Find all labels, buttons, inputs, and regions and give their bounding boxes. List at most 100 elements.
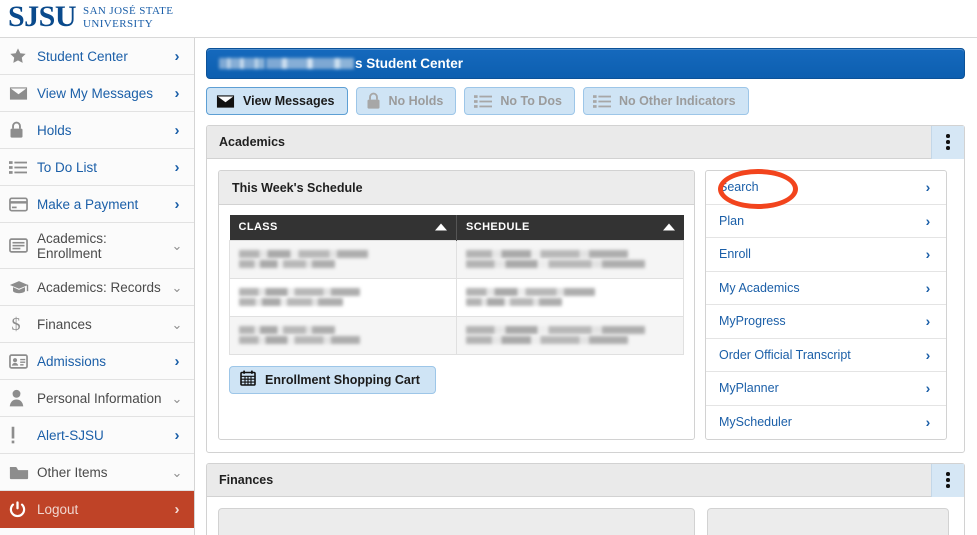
academics-link-search[interactable]: Search › bbox=[706, 171, 946, 205]
indicator-button-no-to-dos[interactable]: No To Dos bbox=[464, 87, 575, 115]
finances-card-header: Finances bbox=[207, 464, 964, 497]
indicator-button-label: No Holds bbox=[389, 94, 444, 108]
column-header-schedule[interactable]: SCHEDULE bbox=[457, 215, 684, 240]
chevron-right-icon[interactable]: › bbox=[921, 281, 935, 295]
chevron-right-icon[interactable]: › bbox=[170, 502, 184, 517]
academics-link-label: Order Official Transcript bbox=[719, 348, 851, 362]
calendar-icon bbox=[240, 370, 256, 389]
chevron-right-icon[interactable]: › bbox=[921, 214, 935, 228]
sidebar-item-admissions[interactable]: Admissions› bbox=[0, 343, 194, 380]
kebab-menu-icon[interactable] bbox=[931, 464, 964, 497]
dollar-icon: $ bbox=[9, 313, 35, 335]
chevron-down-icon[interactable]: ⌄ bbox=[170, 466, 184, 479]
chevron-right-icon[interactable]: › bbox=[921, 247, 935, 261]
redacted-first-name bbox=[219, 58, 265, 69]
sidebar-item-academics-records[interactable]: Academics: Records⌄ bbox=[0, 269, 194, 306]
chevron-right-icon[interactable]: › bbox=[170, 197, 184, 212]
graduation-cap-icon bbox=[9, 276, 35, 298]
sidebar-item-label: To Do List bbox=[35, 160, 170, 175]
column-header-class[interactable]: CLASS bbox=[230, 215, 457, 240]
chevron-right-icon[interactable]: › bbox=[170, 123, 184, 138]
sidebar-item-academics-enrollment[interactable]: Academics: Enrollment⌄ bbox=[0, 223, 194, 269]
sidebar-item-label: Academics: Records bbox=[35, 280, 170, 295]
chevron-right-icon[interactable]: › bbox=[921, 180, 935, 194]
envelope-icon bbox=[216, 94, 235, 109]
chevron-down-icon[interactable]: ⌄ bbox=[170, 318, 184, 331]
indicator-button-no-other-indicators[interactable]: No Other Indicators bbox=[583, 87, 749, 115]
cell-schedule bbox=[457, 240, 684, 278]
enrollment-shopping-cart-button[interactable]: Enrollment Shopping Cart bbox=[229, 366, 436, 394]
sidebar-item-label: Other Items bbox=[35, 465, 170, 480]
chevron-right-icon[interactable]: › bbox=[921, 381, 935, 395]
chevron-down-icon[interactable]: ⌄ bbox=[170, 392, 184, 405]
academics-card: Academics This Week's Schedule CLASS bbox=[206, 125, 965, 453]
sidebar-item-student-center[interactable]: Student Center› bbox=[0, 38, 194, 75]
academics-link-my-academics[interactable]: My Academics› bbox=[706, 272, 946, 306]
exclamation-icon bbox=[9, 424, 35, 446]
sidebar-item-other-items[interactable]: Other Items⌄ bbox=[0, 454, 194, 491]
sidebar-item-label: Alert-SJSU bbox=[35, 428, 170, 443]
academics-link-label: Enroll bbox=[719, 247, 751, 261]
sjsu-logo[interactable]: SJSU SAN JOSÉ STATE UNIVERSITY bbox=[8, 1, 173, 33]
academics-card-body: This Week's Schedule CLASS bbox=[207, 159, 964, 452]
chevron-right-icon[interactable]: › bbox=[921, 415, 935, 429]
chevron-right-icon[interactable]: › bbox=[921, 314, 935, 328]
chevron-right-icon[interactable]: › bbox=[170, 160, 184, 175]
indicator-button-label: No Other Indicators bbox=[619, 94, 736, 108]
sort-ascending-icon[interactable] bbox=[663, 224, 675, 231]
chevron-down-icon[interactable]: ⌄ bbox=[170, 281, 184, 294]
sidebar-item-label: Logout bbox=[35, 502, 170, 517]
list-icon bbox=[593, 94, 611, 109]
sidebar-item-holds[interactable]: Holds› bbox=[0, 112, 194, 149]
academics-link-label: Search bbox=[719, 180, 759, 194]
table-row bbox=[230, 240, 684, 278]
person-icon bbox=[9, 387, 35, 409]
academics-link-myscheduler[interactable]: MyScheduler› bbox=[706, 406, 946, 440]
sidebar-item-finances[interactable]: $Finances⌄ bbox=[0, 306, 194, 343]
chevron-right-icon[interactable]: › bbox=[170, 354, 184, 369]
kebab-menu-icon[interactable] bbox=[931, 126, 964, 159]
cell-class bbox=[230, 278, 457, 316]
academics-card-header: Academics bbox=[207, 126, 964, 159]
sidebar-item-label: Make a Payment bbox=[35, 197, 170, 212]
indicator-button-label: No To Dos bbox=[500, 94, 562, 108]
finances-right-panel bbox=[707, 508, 949, 535]
envelope-icon bbox=[9, 82, 35, 104]
main-content: s Student Center View Messages No Holds No… bbox=[196, 38, 977, 535]
list-icon bbox=[9, 156, 35, 178]
indicator-button-no-holds[interactable]: No Holds bbox=[356, 87, 457, 115]
list-icon bbox=[474, 94, 492, 109]
sidebar-item-make-a-payment[interactable]: Make a Payment› bbox=[0, 186, 194, 223]
academics-link-myprogress[interactable]: MyProgress › bbox=[706, 305, 946, 339]
indicator-button-view-messages[interactable]: View Messages bbox=[206, 87, 348, 115]
top-brand-bar: SJSU SAN JOSÉ STATE UNIVERSITY bbox=[0, 0, 977, 38]
sidebar-item-label: Academics: Enrollment bbox=[35, 231, 170, 261]
sidebar-item-label: View My Messages bbox=[35, 86, 170, 101]
lock-icon bbox=[9, 119, 35, 141]
sidebar-item-logout[interactable]: Logout› bbox=[0, 491, 194, 528]
academics-link-enroll[interactable]: Enroll › bbox=[706, 238, 946, 272]
page-title-bar: s Student Center bbox=[206, 48, 965, 79]
academics-links-list: Search›Plan›Enroll›My Academics›MyProgre… bbox=[705, 170, 947, 440]
academics-link-myplanner[interactable]: MyPlanner› bbox=[706, 372, 946, 406]
page-title: s Student Center bbox=[355, 56, 463, 71]
sidebar-item-alert-sjsu[interactable]: Alert-SJSU› bbox=[0, 417, 194, 454]
academics-link-label: MyProgress bbox=[719, 314, 786, 328]
sidebar-item-to-do-list[interactable]: To Do List› bbox=[0, 149, 194, 186]
weekly-schedule-panel: This Week's Schedule CLASS bbox=[218, 170, 695, 440]
academics-link-order-official-transcript[interactable]: Order Official Transcript › bbox=[706, 339, 946, 373]
finances-card-body bbox=[207, 497, 964, 535]
academics-link-plan[interactable]: Plan› bbox=[706, 205, 946, 239]
cell-class bbox=[230, 316, 457, 354]
chevron-right-icon[interactable]: › bbox=[170, 86, 184, 101]
chevron-right-icon[interactable]: › bbox=[170, 49, 184, 64]
schedule-table-header-row: CLASS SCHEDULE bbox=[230, 215, 684, 240]
finances-title: Finances bbox=[219, 473, 273, 487]
chevron-down-icon[interactable]: ⌄ bbox=[170, 239, 184, 252]
chevron-right-icon[interactable]: › bbox=[170, 428, 184, 443]
sidebar-item-view-my-messages[interactable]: View My Messages› bbox=[0, 75, 194, 112]
sort-ascending-icon[interactable] bbox=[435, 224, 447, 231]
sidebar-item-personal-information[interactable]: Personal Information⌄ bbox=[0, 380, 194, 417]
chevron-right-icon[interactable]: › bbox=[921, 348, 935, 362]
logo-mark: SJSU bbox=[8, 1, 76, 33]
